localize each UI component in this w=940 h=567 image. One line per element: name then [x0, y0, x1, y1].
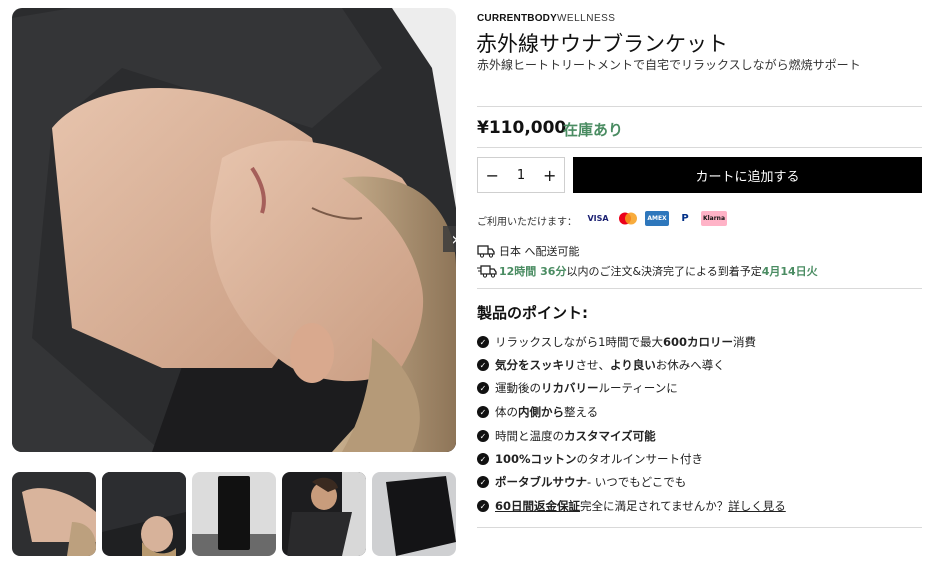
feature-item: ✓ 気分をスッキリ させ、 より良い お休みへ導く	[477, 357, 725, 373]
feature-item: ✓ 100%コットン のタオルインサート付き	[477, 451, 703, 467]
minus-button[interactable]: −	[478, 166, 507, 185]
delivery-date: 4月14日火	[761, 265, 818, 278]
brand-bold: CURRENTBODY	[477, 13, 557, 24]
shipping-availability: 日本 へ配送可能	[477, 243, 580, 259]
feature-text: 時間と温度の	[495, 429, 564, 443]
divider	[477, 288, 922, 289]
feature-item: ✓ ポータブルサウナ - いつでもどこでも	[477, 474, 686, 490]
feature-text: 体の	[495, 405, 518, 419]
product-title: 赤外線サウナブランケット	[476, 32, 728, 56]
feature-bold: 100%コットン	[495, 452, 577, 466]
feature-item: ✓ 体の 内側から 整える	[477, 404, 598, 420]
thumbnail-3[interactable]	[192, 472, 276, 556]
check-icon: ✓	[477, 500, 489, 512]
feature-bold: 内側から	[518, 405, 564, 419]
klarna-icon: Klarna	[701, 211, 727, 226]
paypal-icon: P	[681, 213, 689, 224]
check-icon: ✓	[477, 476, 489, 488]
divider	[477, 147, 922, 148]
guarantee-link[interactable]: 60日間返金保証	[495, 498, 580, 514]
feature-text: 運動後の	[495, 381, 541, 395]
feature-bold: 気分をスッキリ	[495, 358, 576, 372]
truck-icon	[477, 244, 499, 258]
thumbnail-4[interactable]	[282, 472, 366, 556]
amex-icon: AMEX	[645, 211, 669, 226]
brand-logo[interactable]: CURRENTBODYWELLNESS	[477, 13, 615, 24]
main-product-image[interactable]: ›	[12, 8, 456, 452]
feature-item: ✓ 時間と温度の カスタマイズ可能	[477, 428, 656, 444]
product-subtitle: 赤外線ヒートトリートメントで自宅でリラックスしながら燃焼サポート	[477, 58, 861, 72]
brand-light: WELLNESS	[556, 13, 616, 24]
delivery-text: 以内のご注文&決済完了による到着予定	[566, 265, 762, 278]
feature-text: 消費	[733, 335, 756, 349]
payment-label: ご利用いただけます：	[477, 217, 577, 228]
learn-more-link[interactable]: 詳しく見る	[728, 498, 786, 514]
check-icon: ✓	[477, 336, 489, 348]
feature-text: リラックスしながら1時間で最大	[495, 335, 663, 349]
thumbnail-2[interactable]	[102, 472, 186, 556]
feature-text: 完全に満足されてませんか？	[580, 499, 729, 513]
mastercard-icon	[617, 211, 639, 226]
divider	[477, 527, 922, 528]
countdown-time: 12時間 36分	[499, 265, 567, 278]
check-icon: ✓	[477, 382, 489, 394]
feature-bold: リカバリー	[541, 381, 599, 395]
delivery-estimate: 12時間 36分 以内のご注文&決済完了による到着予定 4月14日火	[477, 263, 818, 279]
check-icon: ✓	[477, 453, 489, 465]
visa-icon: VISA	[587, 214, 609, 223]
feature-item: ✓ 60日間返金保証 完全に満足されてませんか？ 詳しく見る	[477, 498, 786, 514]
add-to-cart-button[interactable]: カートに追加する	[573, 157, 922, 193]
fast-delivery-icon	[477, 264, 499, 278]
feature-bold: 600カロリー	[662, 335, 733, 349]
feature-text: ルーティーンに	[598, 381, 678, 395]
divider	[477, 106, 922, 107]
quantity-stepper[interactable]: − 1 +	[477, 157, 565, 193]
feature-bold: ポータブルサウナ	[495, 475, 587, 489]
feature-text: させ、	[575, 358, 611, 372]
stock-status: 在庫あり	[563, 121, 624, 139]
feature-bold: カスタマイズ可能	[564, 429, 656, 443]
product-photo	[12, 8, 456, 452]
feature-text: のタオルインサート付き	[576, 452, 704, 466]
feature-text: - いつでもどこでも	[587, 475, 687, 489]
thumbnail-1[interactable]	[12, 472, 96, 556]
shipping-text: 日本 へ配送可能	[499, 245, 580, 258]
feature-item: ✓ リラックスしながら1時間で最大 600カロリー 消費	[477, 334, 756, 350]
check-icon: ✓	[477, 359, 489, 371]
chevron-right-icon[interactable]: ›	[443, 226, 456, 252]
feature-item: ✓ 運動後の リカバリー ルーティーンに	[477, 380, 678, 396]
thumbnail-strip	[12, 472, 456, 556]
check-icon: ✓	[477, 406, 489, 418]
feature-text: お休みへ導く	[655, 358, 725, 372]
thumbnail-5[interactable]	[372, 472, 456, 556]
plus-button[interactable]: +	[535, 166, 564, 185]
feature-bold: より良い	[610, 358, 656, 372]
quantity-value[interactable]: 1	[507, 168, 536, 183]
check-icon: ✓	[477, 430, 489, 442]
feature-text: 整える	[564, 405, 599, 419]
features-title: 製品のポイント:	[477, 304, 588, 322]
price: ¥110,000	[477, 118, 567, 138]
